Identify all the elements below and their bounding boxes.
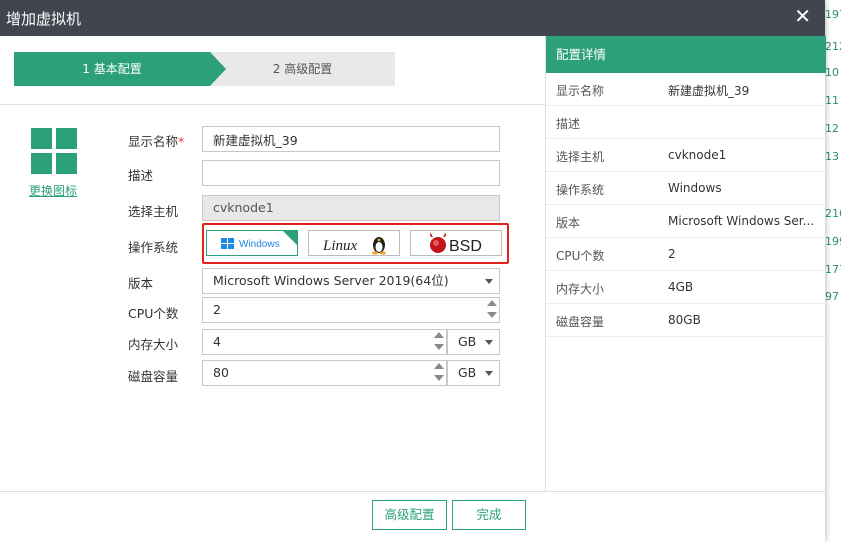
disk-label: 磁盘容量 bbox=[128, 369, 179, 384]
dialog-title: 增加虚拟机 bbox=[6, 10, 82, 28]
chevron-down-icon[interactable] bbox=[485, 340, 493, 345]
change-icon-link[interactable]: 更换图标 bbox=[29, 182, 77, 199]
host-field: cvknode1 bbox=[202, 195, 500, 221]
linux-tux-icon: Linux bbox=[322, 237, 386, 255]
chevron-down-icon[interactable] bbox=[485, 279, 493, 284]
disk-unit-value: GB bbox=[458, 365, 477, 380]
display-name-input[interactable] bbox=[213, 127, 499, 151]
details-value: 4GB bbox=[668, 280, 694, 294]
memory-label: 内存大小 bbox=[128, 337, 179, 352]
os-label: 操作系统 bbox=[128, 240, 179, 255]
memory-value: 4 bbox=[213, 334, 221, 349]
background-text: 197 bbox=[825, 8, 841, 21]
step-basic-config[interactable]: 1 基本配置 bbox=[14, 52, 226, 86]
background-text: 216 bbox=[825, 207, 841, 220]
arrow-up-icon[interactable] bbox=[487, 300, 497, 306]
arrow-up-icon[interactable] bbox=[434, 332, 444, 338]
background-text: 13 bbox=[825, 150, 839, 163]
cpu-spinner[interactable] bbox=[485, 300, 497, 320]
memory-stepper[interactable]: 4 bbox=[202, 329, 447, 355]
description-label: 描述 bbox=[128, 168, 154, 183]
details-title: 配置详情 bbox=[546, 36, 826, 73]
details-key: 操作系统 bbox=[556, 183, 605, 197]
details-value: 2 bbox=[668, 247, 676, 261]
version-label: 版本 bbox=[128, 276, 154, 291]
os-option-windows[interactable]: Windows bbox=[206, 230, 298, 256]
wizard-steps: 1 基本配置 2 高级配置 bbox=[14, 52, 395, 86]
details-key: 选择主机 bbox=[556, 150, 605, 164]
os-option-bsd[interactable]: BSD bbox=[410, 230, 502, 256]
details-value: Windows bbox=[668, 181, 722, 195]
details-value: cvknode1 bbox=[668, 148, 727, 162]
version-select[interactable]: Microsoft Windows Server 2019(64位) bbox=[202, 268, 500, 294]
background-text: 11 bbox=[825, 94, 839, 107]
details-key: 磁盘容量 bbox=[556, 315, 605, 329]
version-value: Microsoft Windows Server 2019(64位) bbox=[213, 273, 449, 288]
disk-unit-select[interactable]: GB bbox=[447, 360, 500, 386]
memory-spinner[interactable] bbox=[432, 332, 444, 352]
bsd-daemon-icon: BSD bbox=[430, 233, 482, 255]
memory-unit-select[interactable]: GB bbox=[447, 329, 500, 355]
details-row: 内存大小 4GB bbox=[546, 271, 826, 304]
advanced-config-button[interactable]: 高级配置 bbox=[372, 500, 447, 530]
os-option-linux-label: Linux bbox=[322, 238, 358, 254]
details-row: 磁盘容量 80GB bbox=[546, 304, 826, 337]
arrow-down-icon[interactable] bbox=[434, 375, 444, 381]
chevron-down-icon[interactable] bbox=[485, 371, 493, 376]
details-key: CPU个数 bbox=[556, 249, 605, 263]
windows-logo-icon bbox=[31, 128, 77, 174]
details-key: 描述 bbox=[556, 117, 581, 131]
description-input[interactable] bbox=[213, 161, 499, 185]
details-key: 显示名称 bbox=[556, 84, 605, 98]
step-advanced-config[interactable]: 2 高级配置 bbox=[210, 52, 395, 86]
cpu-value: 2 bbox=[213, 302, 221, 317]
arrow-down-icon[interactable] bbox=[487, 312, 497, 318]
display-name-label: 显示名称* bbox=[128, 131, 184, 150]
os-option-bsd-label: BSD bbox=[449, 238, 482, 255]
cpu-label: CPU个数 bbox=[128, 306, 179, 321]
host-label: 选择主机 bbox=[128, 204, 179, 219]
background-text: 97 bbox=[825, 290, 839, 303]
details-row: CPU个数 2 bbox=[546, 238, 826, 271]
os-highlight-box: Windows Linux BSD bbox=[202, 223, 509, 264]
finish-button[interactable]: 完成 bbox=[452, 500, 526, 530]
details-row: 选择主机 cvknode1 bbox=[546, 139, 826, 172]
dialog-titlebar: 增加虚拟机 ✕ bbox=[0, 0, 825, 36]
details-row: 版本 Microsoft Windows Ser... bbox=[546, 205, 826, 238]
details-key: 版本 bbox=[556, 216, 581, 230]
details-row: 操作系统 Windows bbox=[546, 172, 826, 205]
arrow-up-icon[interactable] bbox=[434, 363, 444, 369]
selected-check-icon bbox=[283, 231, 297, 245]
background-text: 10 bbox=[825, 66, 839, 79]
config-details-panel: 配置详情 显示名称 新建虚拟机_39 描述 选择主机 cvknode1 操作系统 Wi… bbox=[545, 36, 826, 492]
details-value: 新建虚拟机_39 bbox=[668, 84, 750, 98]
disk-spinner[interactable] bbox=[432, 363, 444, 383]
disk-value: 80 bbox=[213, 365, 229, 380]
add-vm-dialog: 增加虚拟机 ✕ 1 基本配置 2 高级配置 更换图标 显示名称* 描述 选择主机… bbox=[0, 0, 826, 542]
background-text: 12 bbox=[825, 122, 839, 135]
required-mark: * bbox=[178, 134, 185, 149]
os-option-windows-label: Windows bbox=[239, 239, 280, 250]
os-option-linux[interactable]: Linux bbox=[308, 230, 400, 256]
background-text: 212 bbox=[825, 40, 841, 53]
background-page: 197 212 10 11 12 13 216 199 177 97 bbox=[825, 0, 841, 542]
display-name-label-text: 显示名称 bbox=[128, 134, 179, 149]
disk-stepper[interactable]: 80 bbox=[202, 360, 447, 386]
background-text: 177 bbox=[825, 263, 841, 276]
details-value: 80GB bbox=[668, 313, 701, 327]
description-field[interactable] bbox=[202, 160, 500, 186]
details-value: Microsoft Windows Ser... bbox=[668, 214, 815, 228]
display-name-field[interactable] bbox=[202, 126, 500, 152]
close-icon[interactable]: ✕ bbox=[794, 5, 811, 27]
memory-unit-value: GB bbox=[458, 334, 477, 349]
details-row: 显示名称 新建虚拟机_39 bbox=[546, 73, 826, 106]
arrow-down-icon[interactable] bbox=[434, 344, 444, 350]
dialog-footer: 高级配置 完成 bbox=[0, 491, 825, 542]
cpu-stepper[interactable]: 2 bbox=[202, 297, 500, 323]
background-text: 199 bbox=[825, 235, 841, 248]
details-key: 内存大小 bbox=[556, 282, 605, 296]
divider bbox=[0, 104, 545, 105]
details-row: 描述 bbox=[546, 106, 826, 139]
